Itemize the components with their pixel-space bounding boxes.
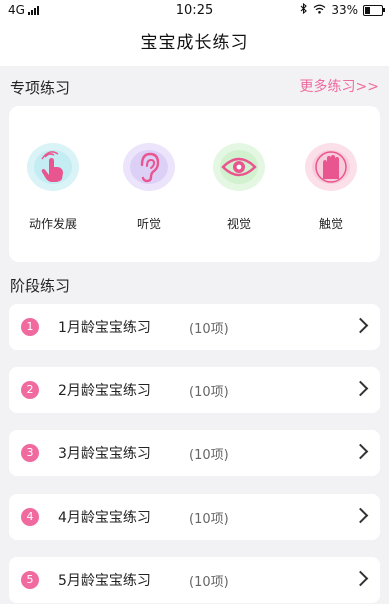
hand-tap-icon xyxy=(25,141,81,193)
stage-count: (10项) xyxy=(189,322,229,337)
stage-count: (10项) xyxy=(189,512,229,527)
chevron-right-icon xyxy=(352,317,369,334)
category-label: 动作发展 xyxy=(28,217,77,231)
stage-title: 5月龄宝宝练习 xyxy=(58,573,151,589)
stage-item-1[interactable]: 1 1月龄宝宝练习 (10项) xyxy=(9,304,380,350)
category-hearing[interactable]: 听觉 xyxy=(109,141,189,232)
more-practice-link[interactable]: 更多练习>> xyxy=(300,76,379,96)
touch-hand-icon xyxy=(303,141,359,193)
eye-icon xyxy=(211,141,267,193)
stage-count: (10项) xyxy=(189,385,229,400)
stage-title: 2月龄宝宝练习 xyxy=(58,383,151,399)
special-section-title: 专项练习 xyxy=(10,79,71,97)
stage-number-badge: 4 xyxy=(21,508,39,526)
stage-number-badge: 5 xyxy=(21,571,39,589)
stage-count: (10项) xyxy=(189,575,229,590)
category-vision[interactable]: 视觉 xyxy=(199,141,279,232)
chevron-right-icon xyxy=(352,507,369,524)
stage-title: 4月龄宝宝练习 xyxy=(58,510,151,526)
chevron-right-icon xyxy=(352,570,369,587)
stage-title: 3月龄宝宝练习 xyxy=(58,446,151,462)
stage-count: (10项) xyxy=(189,448,229,463)
status-bar: 4G 10:25 33% xyxy=(0,0,389,20)
stage-section-title: 阶段练习 xyxy=(10,277,71,295)
stage-item-4[interactable]: 4 4月龄宝宝练习 (10项) xyxy=(9,494,380,540)
page-title: 宝宝成长练习 xyxy=(0,20,389,66)
category-label: 听觉 xyxy=(136,217,161,231)
special-practice-card: 动作发展 听觉 视觉 触觉 xyxy=(9,106,380,262)
wifi-icon xyxy=(313,3,326,17)
bluetooth-icon xyxy=(300,2,308,17)
stage-item-5[interactable]: 5 5月龄宝宝练习 (10项) xyxy=(9,557,380,603)
chevron-right-icon xyxy=(352,380,369,397)
stage-title: 1月龄宝宝练习 xyxy=(58,320,151,336)
battery-icon xyxy=(363,4,385,16)
category-label: 触觉 xyxy=(318,217,343,231)
stage-item-3[interactable]: 3 3月龄宝宝练习 (10项) xyxy=(9,430,380,476)
battery-percent: 33% xyxy=(331,3,358,17)
stage-number-badge: 1 xyxy=(21,318,39,336)
category-touch[interactable]: 触觉 xyxy=(291,141,371,232)
stage-number-badge: 3 xyxy=(21,444,39,462)
stage-number-badge: 2 xyxy=(21,381,39,399)
category-motor-development[interactable]: 动作发展 xyxy=(13,141,93,232)
chevron-right-icon xyxy=(352,443,369,460)
stage-item-2[interactable]: 2 2月龄宝宝练习 (10项) xyxy=(9,367,380,413)
category-label: 视觉 xyxy=(226,217,251,231)
status-right: 33% xyxy=(300,2,385,17)
ear-icon xyxy=(121,141,177,193)
